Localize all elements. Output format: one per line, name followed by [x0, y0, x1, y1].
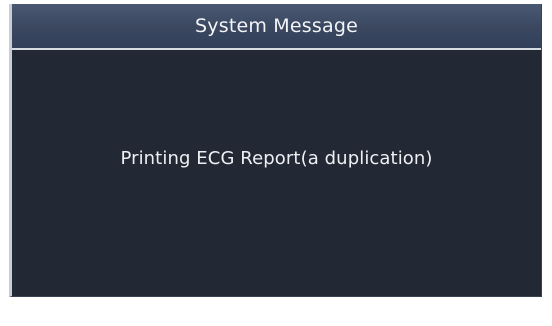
dialog-title: System Message	[195, 15, 358, 37]
dialog-message: Printing ECG Report(a duplication)	[120, 148, 433, 169]
dialog-titlebar: System Message	[12, 4, 541, 50]
system-message-dialog: System Message Printing ECG Report(a dup…	[9, 4, 542, 297]
dialog-content: Printing ECG Report(a duplication)	[12, 50, 541, 296]
